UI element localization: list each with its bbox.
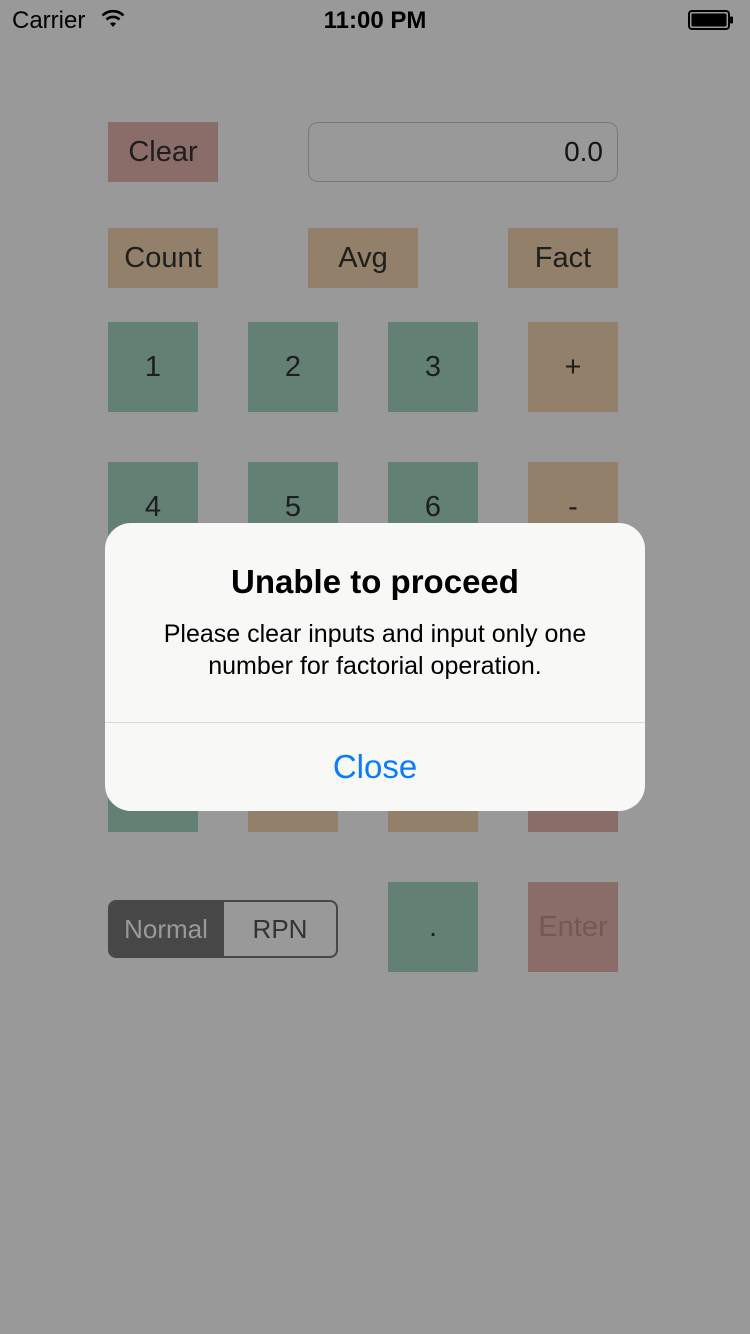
alert-dialog: Unable to proceed Please clear inputs an… bbox=[105, 523, 645, 811]
alert-close-button[interactable]: Close bbox=[105, 723, 645, 811]
alert-message: Please clear inputs and input only one n… bbox=[163, 620, 587, 680]
calculator-screen: Carrier 11:00 PM Clear 0.0 Count Avg Fac… bbox=[0, 0, 750, 1334]
alert-title: Unable to proceed bbox=[231, 563, 519, 600]
